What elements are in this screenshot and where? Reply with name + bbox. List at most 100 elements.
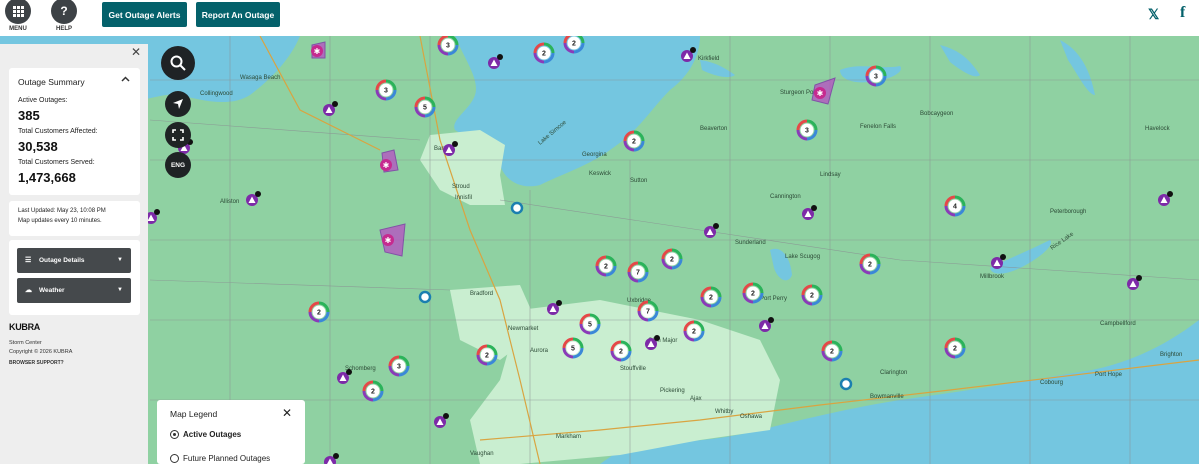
outage-cluster-marker[interactable]: 2 — [801, 284, 823, 306]
outage-marker-icon[interactable] — [443, 141, 458, 156]
menu-button[interactable]: MENU — [3, 0, 33, 32]
outage-marker-icon[interactable] — [547, 300, 562, 315]
svg-text:✱: ✱ — [314, 47, 321, 56]
outage-marker-icon[interactable] — [488, 54, 503, 69]
outage-count: 2 — [572, 41, 576, 48]
outage-count: 2 — [751, 291, 755, 298]
map-legend: Map Legend ✕ Active Outages Future Plann… — [157, 400, 305, 464]
outage-cluster-marker[interactable]: 3 — [437, 36, 459, 56]
outage-cluster-marker[interactable]: 4 — [944, 195, 966, 217]
outage-cluster-marker[interactable]: 2 — [563, 36, 585, 54]
outage-count: 3 — [384, 88, 388, 95]
outage-cluster-marker[interactable]: 3 — [796, 119, 818, 141]
copyright-text: Copyright © 2026 KUBRA — [9, 349, 73, 355]
outage-cluster-marker[interactable]: 2 — [742, 282, 764, 304]
outage-marker-icon[interactable] — [839, 377, 853, 391]
outage-cluster-marker[interactable]: 2 — [533, 42, 555, 64]
outage-marker-icon[interactable] — [510, 201, 524, 215]
outage-cluster-marker[interactable]: 3 — [388, 355, 410, 377]
x-social-icon[interactable]: 𝕏 — [1148, 6, 1159, 23]
language-button[interactable]: ENG — [165, 152, 191, 178]
outage-cluster-marker[interactable]: 7 — [637, 300, 659, 322]
outage-marker-icon[interactable] — [324, 453, 339, 464]
outage-summary-card: Outage Summary Active Outages: 385 Total… — [9, 68, 140, 195]
get-outage-alerts-button[interactable]: Get Outage Alerts — [102, 2, 187, 27]
outage-marker-icon[interactable] — [802, 205, 817, 220]
chevron-up-icon[interactable] — [121, 74, 130, 85]
outage-cluster-marker[interactable]: 2 — [476, 344, 498, 366]
outage-cluster-marker[interactable]: 2 — [700, 286, 722, 308]
outage-marker-icon[interactable] — [246, 191, 261, 206]
active-outages-option[interactable]: Active Outages — [183, 430, 241, 439]
fullscreen-icon — [172, 129, 184, 141]
outage-count: 2 — [542, 51, 546, 58]
top-bar: MENU ? HELP Get Outage Alerts Report An … — [0, 0, 1199, 36]
weather-dropdown[interactable]: ☁ Weather ▼ — [17, 278, 131, 303]
outage-cluster-marker[interactable]: 2 — [859, 253, 881, 275]
outage-marker-icon[interactable] — [418, 290, 432, 304]
outage-cluster-marker[interactable]: 7 — [627, 261, 649, 283]
dropdowns-card: ☰ Outage Details ▼ ☁ Weather ▼ — [9, 240, 140, 315]
outage-count: 3 — [805, 128, 809, 135]
outage-cluster-marker[interactable]: 2 — [661, 248, 683, 270]
active-outages-label: Active Outages: — [18, 97, 68, 104]
fullscreen-button[interactable] — [165, 122, 191, 148]
outage-marker-icon[interactable] — [1127, 275, 1142, 290]
search-map-button[interactable] — [161, 46, 195, 80]
outage-cluster-marker[interactable]: 3 — [865, 65, 887, 87]
outage-marker-icon[interactable] — [323, 101, 338, 116]
outage-marker-icon[interactable] — [681, 47, 696, 62]
outage-cluster-marker[interactable]: 2 — [944, 337, 966, 359]
cloud-icon: ☁ — [25, 287, 32, 294]
outage-count: 2 — [670, 257, 674, 264]
navigation-arrow-icon — [173, 99, 183, 109]
outage-cluster-marker[interactable]: 2 — [623, 130, 645, 152]
planned-outages-radio[interactable] — [170, 454, 179, 463]
outage-marker-icon[interactable] — [1158, 191, 1173, 206]
outage-cluster-marker[interactable]: 5 — [562, 337, 584, 359]
outage-count: 3 — [397, 364, 401, 371]
outage-marker-icon[interactable] — [434, 413, 449, 428]
outage-cluster-marker[interactable]: 2 — [595, 255, 617, 277]
outage-details-label: Outage Details — [39, 257, 85, 264]
outage-count: 2 — [604, 264, 608, 271]
svg-text:✱: ✱ — [817, 89, 824, 98]
customers-served-label: Total Customers Served: — [18, 159, 95, 166]
kubra-logo: KUBRA — [9, 322, 40, 332]
outage-count: 2 — [868, 262, 872, 269]
panel-close-icon[interactable]: ✕ — [131, 45, 141, 59]
active-outages-radio[interactable] — [170, 430, 179, 439]
update-frequency-text: Map updates every 10 minutes. — [18, 218, 102, 224]
outage-cluster-marker[interactable]: 2 — [821, 340, 843, 362]
help-button[interactable]: ? HELP — [49, 0, 79, 32]
locate-me-button[interactable] — [165, 91, 191, 117]
customers-served-value: 1,473,668 — [18, 170, 76, 185]
outage-marker-icon[interactable] — [645, 335, 660, 350]
outage-count: 3 — [446, 43, 450, 50]
svg-text:✱: ✱ — [383, 161, 390, 170]
outage-cluster-marker[interactable]: 2 — [683, 320, 705, 342]
outage-cluster-marker[interactable]: 5 — [414, 96, 436, 118]
outage-count: 2 — [485, 353, 489, 360]
outage-cluster-marker[interactable]: 2 — [610, 340, 632, 362]
outage-count: 7 — [636, 270, 640, 277]
customers-affected-value: 30,538 — [18, 139, 58, 154]
outage-cluster-marker[interactable]: 5 — [579, 313, 601, 335]
outage-count: 2 — [830, 349, 834, 356]
menu-label: MENU — [9, 26, 27, 32]
outage-marker-icon[interactable] — [991, 254, 1006, 269]
outage-details-dropdown[interactable]: ☰ Outage Details ▼ — [17, 248, 131, 273]
outage-cluster-marker[interactable]: 2 — [362, 380, 384, 402]
report-outage-button[interactable]: Report An Outage — [196, 2, 280, 27]
outage-marker-icon[interactable] — [337, 369, 352, 384]
outage-cluster-marker[interactable]: 2 — [308, 301, 330, 323]
legend-close-icon[interactable]: ✕ — [282, 406, 292, 420]
outage-marker-icon[interactable] — [704, 223, 719, 238]
side-panel: ✕ Outage Summary Active Outages: 385 Tot… — [0, 44, 148, 464]
outage-cluster-marker[interactable]: 3 — [375, 79, 397, 101]
facebook-icon[interactable]: f — [1180, 4, 1185, 22]
browser-support-link[interactable]: BROWSER SUPPORT? — [9, 360, 64, 366]
outage-marker-icon[interactable] — [759, 317, 774, 332]
planned-outages-option[interactable]: Future Planned Outages — [183, 454, 270, 463]
list-icon: ☰ — [25, 257, 32, 264]
